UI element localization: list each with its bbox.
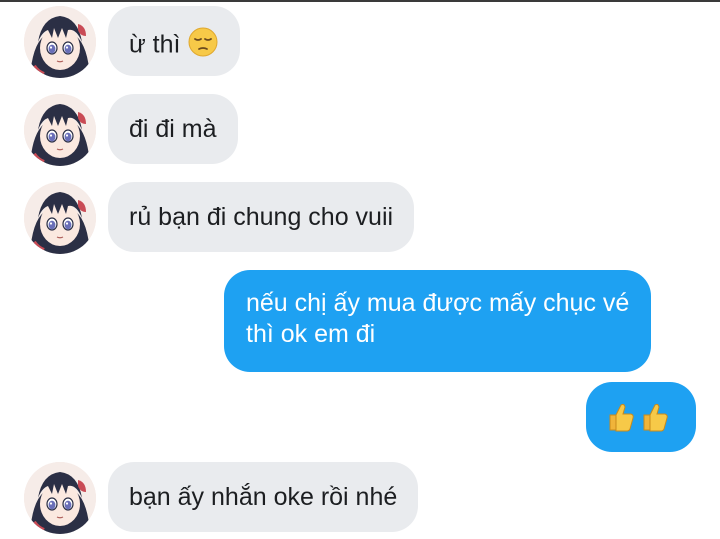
thumbs-up-icon — [638, 400, 672, 442]
sender-avatar[interactable] — [24, 94, 96, 166]
pensive-face-icon — [187, 26, 219, 66]
message-bubble-incoming[interactable]: rủ bạn đi chung cho vuii — [108, 182, 415, 252]
message-text: rủ bạn đi chung cho vuii — [129, 203, 394, 231]
sender-avatar[interactable] — [24, 6, 96, 78]
message-text-line: nếu chị ấy mua được mấy chục vé — [246, 289, 630, 317]
message-text: ừ thì — [129, 30, 181, 59]
top-divider — [0, 0, 720, 2]
sender-avatar[interactable] — [24, 462, 96, 534]
message-bubble-outgoing[interactable] — [586, 382, 696, 452]
thumbs-up-icon — [604, 400, 638, 442]
message-bubble-incoming[interactable]: ừ thì — [108, 6, 241, 76]
message-bubble-incoming[interactable]: bạn ấy nhắn oke rồi nhé — [108, 462, 419, 532]
message-bubble-outgoing[interactable]: nếu chị ấy mua được mấy chục vé thì ok e… — [224, 270, 652, 372]
message-bubble-incoming[interactable]: đi đi mà — [108, 94, 238, 164]
message-text: đi đi mà — [129, 115, 217, 143]
sender-avatar[interactable] — [24, 182, 96, 254]
message-text-line: thì ok em đi — [246, 320, 376, 348]
message-text: bạn ấy nhắn oke rồi nhé — [129, 483, 398, 511]
